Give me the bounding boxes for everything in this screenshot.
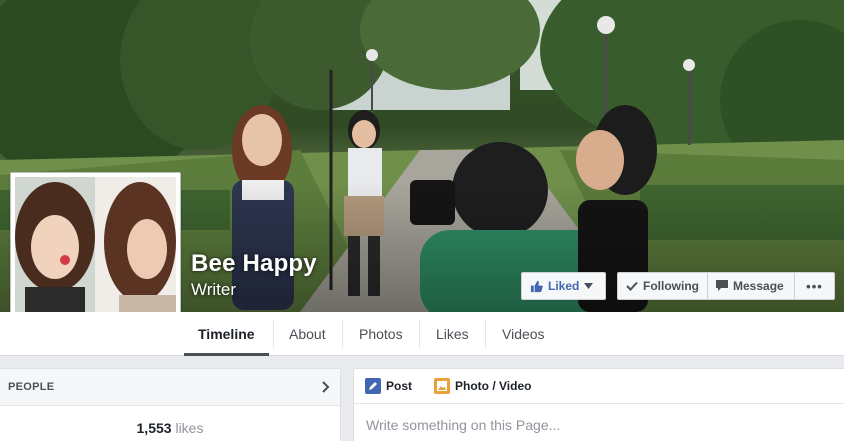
likes-word: likes [175,420,204,436]
caret-down-icon [584,283,594,289]
tab-timeline[interactable]: Timeline [184,312,269,356]
page-title[interactable]: Bee Happy [191,250,317,278]
tab-videos[interactable]: Videos [488,312,559,356]
composer-tabs: Post Photo / Video [354,369,844,404]
tab-divider [342,320,343,348]
tab-label: Timeline [198,326,255,342]
tab-divider [273,320,274,348]
photo-icon [434,378,451,394]
post-tab[interactable]: Post [365,378,412,394]
thumbs-up-icon [530,280,543,293]
message-button-label: Message [733,279,784,293]
following-button-label: Following [643,279,699,293]
more-dots-icon: ••• [806,278,823,294]
tab-label: Likes [436,326,469,342]
likes-summary: 1,553 likes [0,420,340,436]
tab-label: About [289,326,326,342]
post-tab-label: Post [386,379,413,393]
tab-label: Videos [502,326,545,342]
people-card: PEOPLE 1,553 likes [0,368,341,441]
liked-button-label: Liked [548,279,580,293]
likes-count: 1,553 [136,420,172,436]
photo-video-tab-label: Photo / Video [455,379,532,393]
tab-likes[interactable]: Likes [422,312,483,356]
page-root: Bee Happy Writer Liked Following Message… [0,0,844,441]
following-button[interactable]: Following [617,272,708,300]
people-card-header[interactable]: PEOPLE [0,369,340,406]
tab-divider [419,320,420,348]
post-composer: Post Photo / Video Write something on th… [353,368,844,441]
chevron-right-icon[interactable] [322,381,330,393]
more-options-button[interactable]: ••• [794,272,835,300]
photo-video-tab[interactable]: Photo / Video [434,378,531,394]
page-navbar: Timeline About Photos Likes Videos [0,312,844,356]
tab-label: Photos [359,326,403,342]
pencil-icon [365,378,381,394]
tab-about[interactable]: About [275,312,340,356]
page-category: Writer [191,280,237,299]
post-input[interactable]: Write something on this Page... [354,404,844,441]
message-button[interactable]: Message [707,272,795,300]
liked-button[interactable]: Liked [521,272,606,300]
people-title: PEOPLE [8,381,55,393]
tab-divider [485,320,486,348]
checkmark-icon [626,281,638,291]
tab-photos[interactable]: Photos [345,312,417,356]
message-icon [716,280,728,292]
